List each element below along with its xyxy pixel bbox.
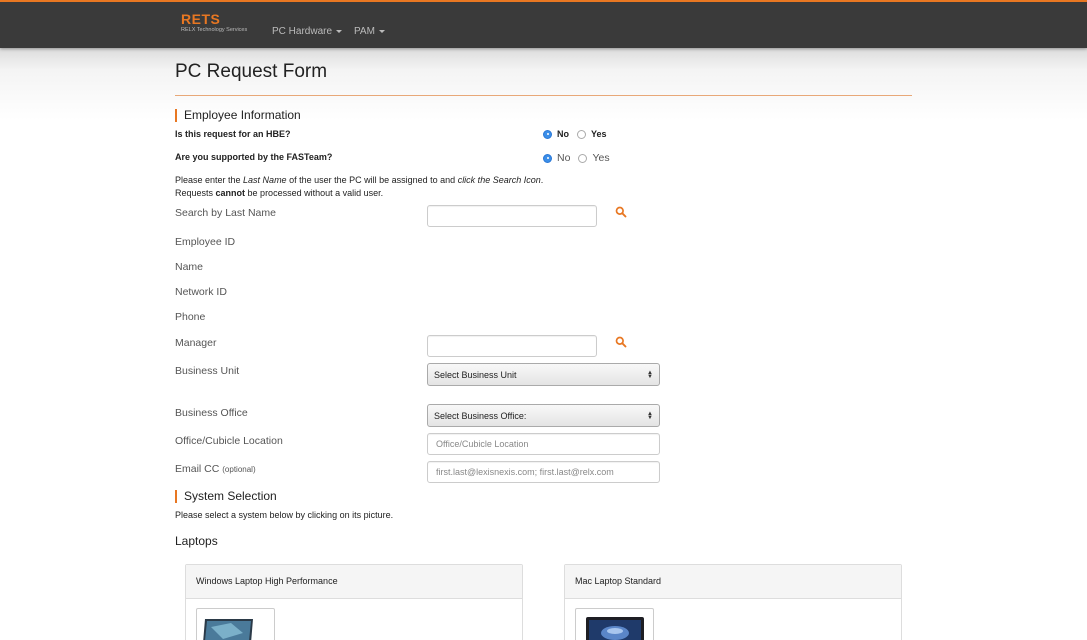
hbe-radio-group: No Yes bbox=[543, 129, 615, 139]
brand-name: RETS bbox=[181, 11, 221, 27]
email-cc-optional: (optional) bbox=[222, 465, 256, 474]
fasteam-question-label: Are you supported by the FASTeam? bbox=[175, 152, 333, 162]
business-unit-label: Business Unit bbox=[175, 365, 240, 377]
mac-laptop-image[interactable] bbox=[575, 608, 654, 640]
search-last-name-input[interactable] bbox=[427, 205, 597, 227]
fasteam-yes-radio[interactable] bbox=[578, 153, 588, 163]
windows-laptop-title: Windows Laptop High Performance bbox=[186, 565, 522, 599]
hbe-yes-radio[interactable] bbox=[577, 129, 586, 139]
brand-logo[interactable]: RETS RELX Technology Services bbox=[181, 12, 247, 33]
manager-label: Manager bbox=[175, 337, 217, 349]
page-title: PC Request Form bbox=[175, 61, 328, 82]
mac-laptop-title: Mac Laptop Standard bbox=[565, 565, 901, 599]
business-unit-select[interactable]: Select Business Unit ▲ ▼ bbox=[427, 363, 660, 386]
instr-text: Please enter the bbox=[175, 175, 244, 185]
search-instructions: Please enter the Last Name of the user t… bbox=[175, 174, 543, 200]
nav-pc-hardware-label: PC Hardware bbox=[272, 26, 333, 37]
office-location-input[interactable] bbox=[427, 433, 660, 455]
fasteam-no-label[interactable]: No bbox=[557, 152, 570, 164]
instructions-line-2: Requests cannot be processed without a v… bbox=[175, 187, 543, 200]
instr-text: . bbox=[540, 175, 544, 185]
select-arrows-icon: ▲ ▼ bbox=[647, 410, 653, 421]
search-icon[interactable] bbox=[615, 206, 627, 218]
instructions-line-1: Please enter the Last Name of the user t… bbox=[175, 174, 543, 187]
system-selection-note: Please select a system below by clicking… bbox=[175, 510, 394, 520]
caret-down-icon bbox=[336, 29, 343, 33]
nav-pam-label: PAM bbox=[354, 26, 375, 37]
instr-emphasis: Last Name bbox=[243, 175, 287, 185]
navbar: RETS RELX Technology Services PC Hardwar… bbox=[0, 0, 1087, 48]
instr-text: Requests bbox=[175, 188, 216, 198]
windows-laptop-image[interactable] bbox=[196, 608, 275, 640]
select-arrows-icon: ▲ ▼ bbox=[647, 369, 653, 380]
phone-label: Phone bbox=[175, 311, 206, 323]
office-location-label: Office/Cubicle Location bbox=[175, 435, 283, 447]
title-divider bbox=[175, 95, 912, 96]
business-office-select[interactable]: Select Business Office: ▲ ▼ bbox=[427, 404, 660, 427]
business-unit-selected: Select Business Unit bbox=[434, 369, 517, 380]
name-label: Name bbox=[175, 261, 204, 273]
brand-subtitle: RELX Technology Services bbox=[181, 27, 248, 33]
windows-laptop-icon bbox=[203, 619, 253, 640]
caret-down-icon bbox=[378, 29, 385, 33]
search-last-name-label: Search by Last Name bbox=[175, 207, 276, 219]
instr-bold: cannot bbox=[215, 188, 246, 198]
fasteam-yes-label[interactable]: Yes bbox=[592, 152, 609, 164]
mac-laptop-icon bbox=[586, 617, 644, 640]
email-cc-label-text: Email CC bbox=[175, 463, 220, 475]
hbe-question-label: Is this request for an HBE? bbox=[175, 129, 291, 139]
hbe-no-label[interactable]: No bbox=[557, 129, 569, 139]
mac-laptop-card[interactable]: Mac Laptop Standard bbox=[564, 564, 902, 640]
instr-text: of the user the PC will be assigned to a… bbox=[286, 175, 458, 185]
employee-id-label: Employee ID bbox=[175, 236, 236, 248]
business-office-label: Business Office bbox=[175, 407, 248, 419]
fasteam-no-radio[interactable] bbox=[543, 153, 552, 163]
email-cc-label: Email CC (optional) bbox=[175, 463, 256, 475]
hbe-no-radio[interactable] bbox=[543, 129, 552, 139]
manager-input[interactable] bbox=[427, 335, 597, 357]
fasteam-radio-group: No Yes bbox=[543, 152, 618, 164]
instr-text: be processed without a valid user. bbox=[245, 188, 384, 198]
laptops-heading: Laptops bbox=[175, 534, 218, 548]
nav-pam-dropdown[interactable]: PAM bbox=[354, 26, 385, 37]
instr-emphasis: click the Search Icon bbox=[457, 175, 541, 185]
business-office-selected: Select Business Office: bbox=[434, 410, 527, 421]
system-selection-heading: System Selection bbox=[175, 490, 277, 503]
nav-pc-hardware-dropdown[interactable]: PC Hardware bbox=[272, 26, 343, 37]
network-id-label: Network ID bbox=[175, 286, 227, 298]
hbe-yes-label[interactable]: Yes bbox=[591, 129, 607, 139]
email-cc-input[interactable] bbox=[427, 461, 660, 483]
windows-laptop-card[interactable]: Windows Laptop High Performance bbox=[185, 564, 523, 640]
manager-search-icon[interactable] bbox=[615, 336, 627, 348]
employee-info-heading: Employee Information bbox=[175, 109, 301, 122]
